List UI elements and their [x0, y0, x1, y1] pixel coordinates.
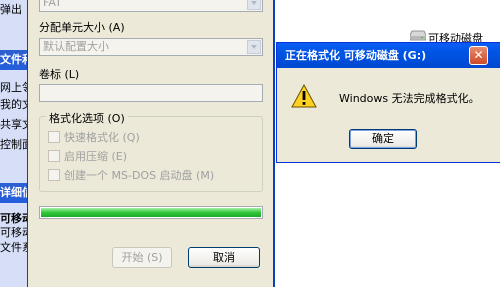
error-message: Windows 无法完成格式化。 — [339, 92, 480, 105]
removable-disk-icon[interactable] — [410, 29, 426, 41]
quick-format-label: 快速格式化 (Q) — [64, 131, 140, 144]
start-button[interactable]: 开始 (S) — [112, 247, 172, 268]
dialog-title: 正在格式化 可移动磁盘 (G:) — [285, 49, 427, 62]
places-item-network[interactable]: 网上邻居 — [0, 80, 30, 95]
alloc-size-select[interactable]: 默认配置大小 — [39, 38, 263, 56]
filesystem-select[interactable]: FAT — [39, 0, 263, 12]
msdos-startup-label: 创建一个 MS-DOS 启动盘 (M) — [64, 169, 215, 182]
cancel-button[interactable]: 取消 — [188, 247, 260, 268]
alloc-size-value: 默认配置大小 — [43, 40, 109, 53]
close-icon[interactable]: ✕ — [469, 46, 488, 65]
volume-label-label: 卷标 (L) — [39, 68, 80, 81]
checkbox-icon[interactable] — [48, 131, 60, 143]
places-item-control-panel[interactable]: 控制面板 — [0, 137, 30, 152]
format-options-group: 格式化选项 (O) 快速格式化 (Q) 启用压缩 (E) 创建一个 MS-DOS… — [39, 110, 263, 192]
format-options-legend: 格式化选项 (O) — [46, 110, 128, 126]
details-type: 可移动磁盘 — [0, 226, 30, 239]
places-item-my-documents[interactable]: 我的文档 — [0, 97, 30, 112]
chevron-down-icon[interactable] — [247, 40, 261, 54]
details-name: 可移动磁盘 — [0, 212, 30, 225]
msdos-startup-checkbox[interactable]: 创建一个 MS-DOS 启动盘 (M) — [48, 167, 214, 183]
details-section-header[interactable]: 详细信息 — [0, 183, 30, 203]
places-item-shared-documents[interactable]: 共享文档 — [0, 117, 30, 132]
places-section-header[interactable]: 文件和文件夹位置 — [0, 50, 30, 70]
enable-compression-checkbox[interactable]: 启用压缩 (E) — [48, 148, 127, 164]
explorer-task-pane: 弹出 文件和文件夹位置 网上邻居 我的文档 共享文档 控制面板 详细信息 可移动… — [0, 0, 30, 287]
checkbox-icon[interactable] — [48, 150, 60, 162]
details-filesystem: 文件系统 — [0, 241, 30, 254]
format-dialog: FAT 分配单元大小 (A) 默认配置大小 卷标 (L) 格式化选项 (O) 快… — [27, 0, 275, 287]
progress-fill — [41, 208, 261, 217]
eject-link[interactable]: 弹出 — [0, 2, 30, 17]
volume-label-input[interactable] — [39, 84, 263, 102]
quick-format-checkbox[interactable]: 快速格式化 (Q) — [48, 129, 140, 145]
chevron-down-icon[interactable] — [247, 0, 261, 10]
format-error-dialog: 正在格式化 可移动磁盘 (G:) ✕ Windows 无法完成格式化。 确定 — [276, 42, 500, 163]
ok-button[interactable]: 确定 — [349, 129, 417, 149]
dialog-titlebar[interactable]: 正在格式化 可移动磁盘 (G:) ✕ — [277, 43, 500, 68]
enable-compression-label: 启用压缩 (E) — [64, 150, 128, 163]
checkbox-icon[interactable] — [48, 169, 60, 181]
warning-icon — [291, 84, 317, 108]
format-progress-bar — [39, 206, 263, 219]
alloc-size-label: 分配单元大小 (A) — [39, 21, 125, 34]
filesystem-value: FAT — [43, 0, 62, 9]
